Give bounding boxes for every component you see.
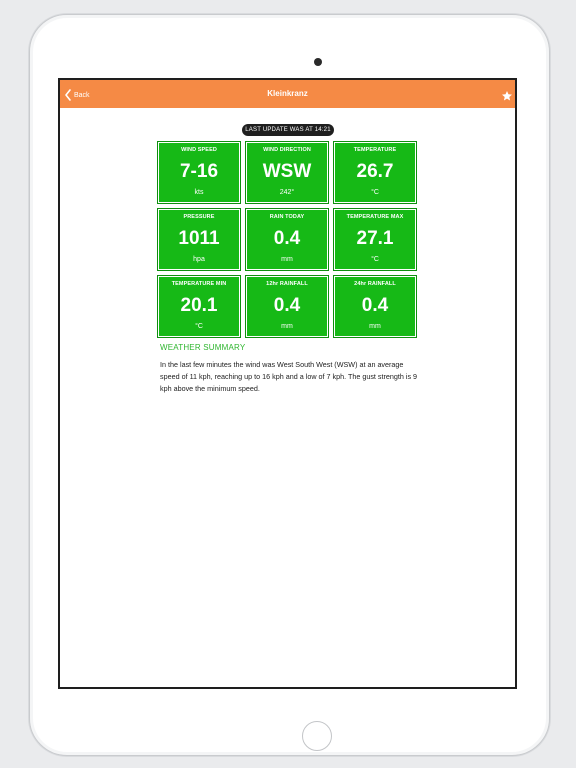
tile-unit: 242° [279, 189, 295, 196]
tile-value: 0.4 [273, 295, 301, 316]
tile-temperature[interactable]: TEMPERATURE 26.7 °C [333, 141, 417, 204]
app-screen: Back Kleinkranz LAST UPDATE WAS AT 14:21… [58, 78, 517, 689]
tile-unit: hpa [193, 256, 205, 263]
weather-summary-heading: WEATHER SUMMARY [160, 343, 246, 352]
home-button[interactable] [302, 721, 332, 751]
front-camera [314, 58, 322, 66]
tile-value: 7-16 [179, 161, 219, 182]
tile-label: 24hr RAINFALL [354, 281, 396, 287]
tile-unit: mm [369, 323, 381, 330]
last-update-badge: LAST UPDATE WAS AT 14:21 [242, 124, 334, 136]
star-icon[interactable] [501, 90, 513, 102]
tile-label: WIND DIRECTION [263, 147, 311, 153]
tile-label: WIND SPEED [181, 147, 217, 153]
weather-tiles-grid: WIND SPEED 7-16 kts WIND DIRECTION WSW 2… [157, 141, 417, 338]
tile-unit: °C [371, 256, 379, 263]
tile-unit: °C [371, 189, 379, 196]
tile-value: 26.7 [356, 161, 394, 182]
tile-unit: mm [281, 323, 293, 330]
weather-summary-text: In the last few minutes the wind was Wes… [160, 360, 418, 393]
page-indicator[interactable] [60, 116, 515, 129]
tile-unit: kts [194, 189, 204, 196]
tile-wind-direction[interactable]: WIND DIRECTION WSW 242° [245, 141, 329, 204]
tile-label: PRESSURE [183, 214, 215, 220]
tile-value: 27.1 [356, 228, 394, 249]
tile-24hr-rainfall[interactable]: 24hr RAINFALL 0.4 mm [333, 275, 417, 338]
tile-12hr-rainfall[interactable]: 12hr RAINFALL 0.4 mm [245, 275, 329, 338]
tile-label: TEMPERATURE [353, 147, 397, 153]
tile-value: 1011 [178, 228, 220, 249]
tile-value: WSW [262, 161, 312, 182]
tile-label: RAIN TODAY [269, 214, 305, 220]
tile-wind-speed[interactable]: WIND SPEED 7-16 kts [157, 141, 241, 204]
tile-temperature-min[interactable]: TEMPERATURE MIN 20.1 °C [157, 275, 241, 338]
tile-label: TEMPERATURE MIN [171, 281, 227, 287]
tile-label: TEMPERATURE MAX [346, 214, 404, 220]
page-title: Kleinkranz [267, 89, 308, 98]
tile-unit: mm [281, 256, 293, 263]
tile-value: 0.4 [361, 295, 389, 316]
tile-value: 0.4 [273, 228, 301, 249]
tile-unit: °C [195, 323, 203, 330]
tile-label: 12hr RAINFALL [266, 281, 308, 287]
tile-pressure[interactable]: PRESSURE 1011 hpa [157, 208, 241, 271]
navigation-bar: Back Kleinkranz [60, 80, 515, 108]
tile-temperature-max[interactable]: TEMPERATURE MAX 27.1 °C [333, 208, 417, 271]
tile-value: 20.1 [180, 295, 218, 316]
tile-rain-today[interactable]: RAIN TODAY 0.4 mm [245, 208, 329, 271]
